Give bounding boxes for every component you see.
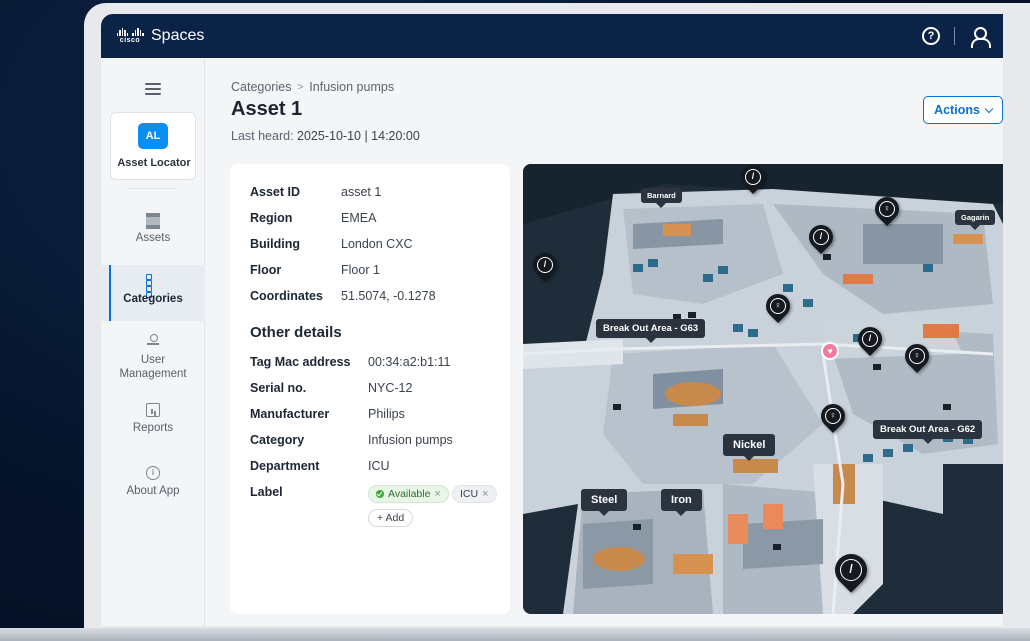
active-indicator bbox=[109, 265, 111, 321]
help-circle-icon[interactable]: ? bbox=[922, 27, 940, 45]
detail-key: Serial no. bbox=[250, 381, 307, 395]
close-icon[interactable]: × bbox=[434, 488, 440, 500]
heart-icon[interactable]: ♥ bbox=[821, 342, 839, 360]
status-chip-available[interactable]: Available × bbox=[368, 485, 449, 503]
chip-label: Available bbox=[388, 488, 431, 500]
sidebar-item-label: Categories bbox=[123, 293, 183, 305]
info-icon: i bbox=[146, 466, 160, 480]
brand[interactable]: cisco Spaces bbox=[115, 27, 204, 45]
sidebar-item-about-app[interactable]: i About App bbox=[101, 466, 205, 506]
detail-row: Coordinates 51.5074, -0.1278 bbox=[250, 289, 436, 303]
check-circle-icon bbox=[376, 490, 384, 498]
top-bar: cisco Spaces ? bbox=[101, 14, 1003, 58]
last-heard-value: 2025-10-10 | 14:20:00 bbox=[297, 129, 420, 143]
floor-map[interactable]: Barnard Gagarin Break Out Area - G63 Bre… bbox=[523, 164, 1003, 614]
detail-value: Floor 1 bbox=[341, 263, 380, 277]
map-label-room[interactable]: Barnard bbox=[641, 188, 682, 208]
last-heard-label: Last heard: bbox=[231, 129, 294, 143]
user-icon[interactable] bbox=[969, 26, 991, 48]
detail-row: Category Infusion pumps bbox=[250, 433, 453, 447]
detail-value: NYC-12 bbox=[368, 381, 413, 395]
breadcrumb-root[interactable]: Categories bbox=[231, 80, 291, 94]
categories-icon bbox=[146, 274, 160, 298]
detail-value: asset 1 bbox=[341, 185, 382, 199]
asset-details-card: Asset ID asset 1 Region EMEA Building Lo… bbox=[230, 164, 510, 614]
close-icon[interactable]: × bbox=[482, 488, 488, 500]
detail-key: Floor bbox=[250, 263, 282, 277]
detail-key: Label bbox=[250, 485, 283, 499]
map-label-room[interactable]: Nickel bbox=[723, 434, 776, 461]
detail-key: Tag Mac address bbox=[250, 355, 351, 369]
app-title: Spaces bbox=[151, 27, 205, 44]
sidebar-item-label: About App bbox=[126, 485, 180, 497]
actions-label: Actions bbox=[934, 103, 980, 117]
detail-key: Region bbox=[250, 211, 293, 225]
detail-value: EMEA bbox=[341, 211, 377, 225]
laptop-base bbox=[0, 628, 1030, 641]
sidebar-item-label: Assets bbox=[135, 232, 171, 244]
assets-icon bbox=[146, 213, 160, 229]
map-label-room[interactable]: Gagarin bbox=[955, 210, 996, 230]
add-label-button[interactable]: + Add bbox=[368, 509, 414, 527]
department-chip-icu[interactable]: ICU × bbox=[452, 485, 497, 503]
user-management-icon bbox=[146, 334, 160, 348]
detail-row: Serial no. NYC-12 bbox=[250, 381, 412, 395]
last-heard: Last heard: 2025-10-10 | 14:20:00 bbox=[231, 129, 420, 143]
detail-row: Department ICU bbox=[250, 459, 390, 473]
detail-value: 51.5074, -0.1278 bbox=[341, 289, 436, 303]
detail-value: London CXC bbox=[341, 237, 413, 251]
chip-label: ICU bbox=[460, 488, 479, 500]
detail-value: ICU bbox=[368, 459, 390, 473]
detail-key: Asset ID bbox=[250, 185, 301, 199]
detail-value: 00:34:a2:b1:11 bbox=[368, 355, 451, 369]
sidebar-item-categories[interactable]: Categories bbox=[101, 265, 205, 321]
page-title: Asset 1 bbox=[231, 98, 303, 120]
sidebar: AL Asset Locator Assets Categories User … bbox=[101, 58, 205, 626]
detail-key: Category bbox=[250, 433, 305, 447]
label-row: Label Available × ICU × bbox=[250, 485, 500, 505]
breadcrumb-separator: > bbox=[297, 81, 304, 93]
map-label-room[interactable]: Iron bbox=[661, 489, 702, 516]
sidebar-item-label: User Management bbox=[119, 354, 187, 380]
detail-key: Department bbox=[250, 459, 320, 473]
detail-key: Building bbox=[250, 237, 300, 251]
sidebar-item-reports[interactable]: Reports bbox=[101, 403, 205, 443]
app-switcher-card[interactable]: AL Asset Locator bbox=[110, 112, 196, 180]
breadcrumb-current: Infusion pumps bbox=[309, 80, 395, 94]
chevron-down-icon bbox=[984, 104, 994, 113]
detail-row: Region EMEA bbox=[250, 211, 376, 225]
map-label-room[interactable]: Steel bbox=[581, 489, 628, 516]
sidebar-divider bbox=[129, 188, 177, 189]
detail-value: Philips bbox=[368, 407, 405, 421]
app-window: cisco Spaces ? AL Asset Locator Assets C… bbox=[101, 14, 1003, 626]
detail-key: Manufacturer bbox=[250, 407, 330, 421]
actions-button[interactable]: Actions bbox=[923, 96, 1003, 124]
detail-row: Building London CXC bbox=[250, 237, 413, 251]
hamburger-menu-icon[interactable] bbox=[145, 83, 161, 95]
reports-icon bbox=[146, 403, 160, 417]
detail-key: Coordinates bbox=[250, 289, 323, 303]
floor-plan-graphic bbox=[523, 164, 1003, 614]
map-label-area[interactable]: Break Out Area - G63 bbox=[596, 319, 706, 343]
sidebar-item-user-management[interactable]: User Management bbox=[101, 334, 205, 382]
detail-row: Tag Mac address 00:34:a2:b1:11 bbox=[250, 355, 450, 369]
app-badge: AL bbox=[138, 123, 168, 149]
sidebar-item-label: Reports bbox=[132, 422, 174, 434]
detail-row: Asset ID asset 1 bbox=[250, 185, 381, 199]
header-divider bbox=[954, 27, 955, 45]
other-details-heading: Other details bbox=[250, 324, 342, 341]
app-name: Asset Locator bbox=[117, 157, 191, 169]
cisco-logo: cisco bbox=[115, 28, 145, 44]
breadcrumb: Categories > Infusion pumps bbox=[231, 80, 394, 94]
map-label-area[interactable]: Break Out Area - G62 bbox=[873, 420, 983, 444]
detail-value: Infusion pumps bbox=[368, 433, 453, 447]
detail-row: Floor Floor 1 bbox=[250, 263, 380, 277]
detail-row: Manufacturer Philips bbox=[250, 407, 405, 421]
sidebar-item-assets[interactable]: Assets bbox=[101, 213, 205, 253]
